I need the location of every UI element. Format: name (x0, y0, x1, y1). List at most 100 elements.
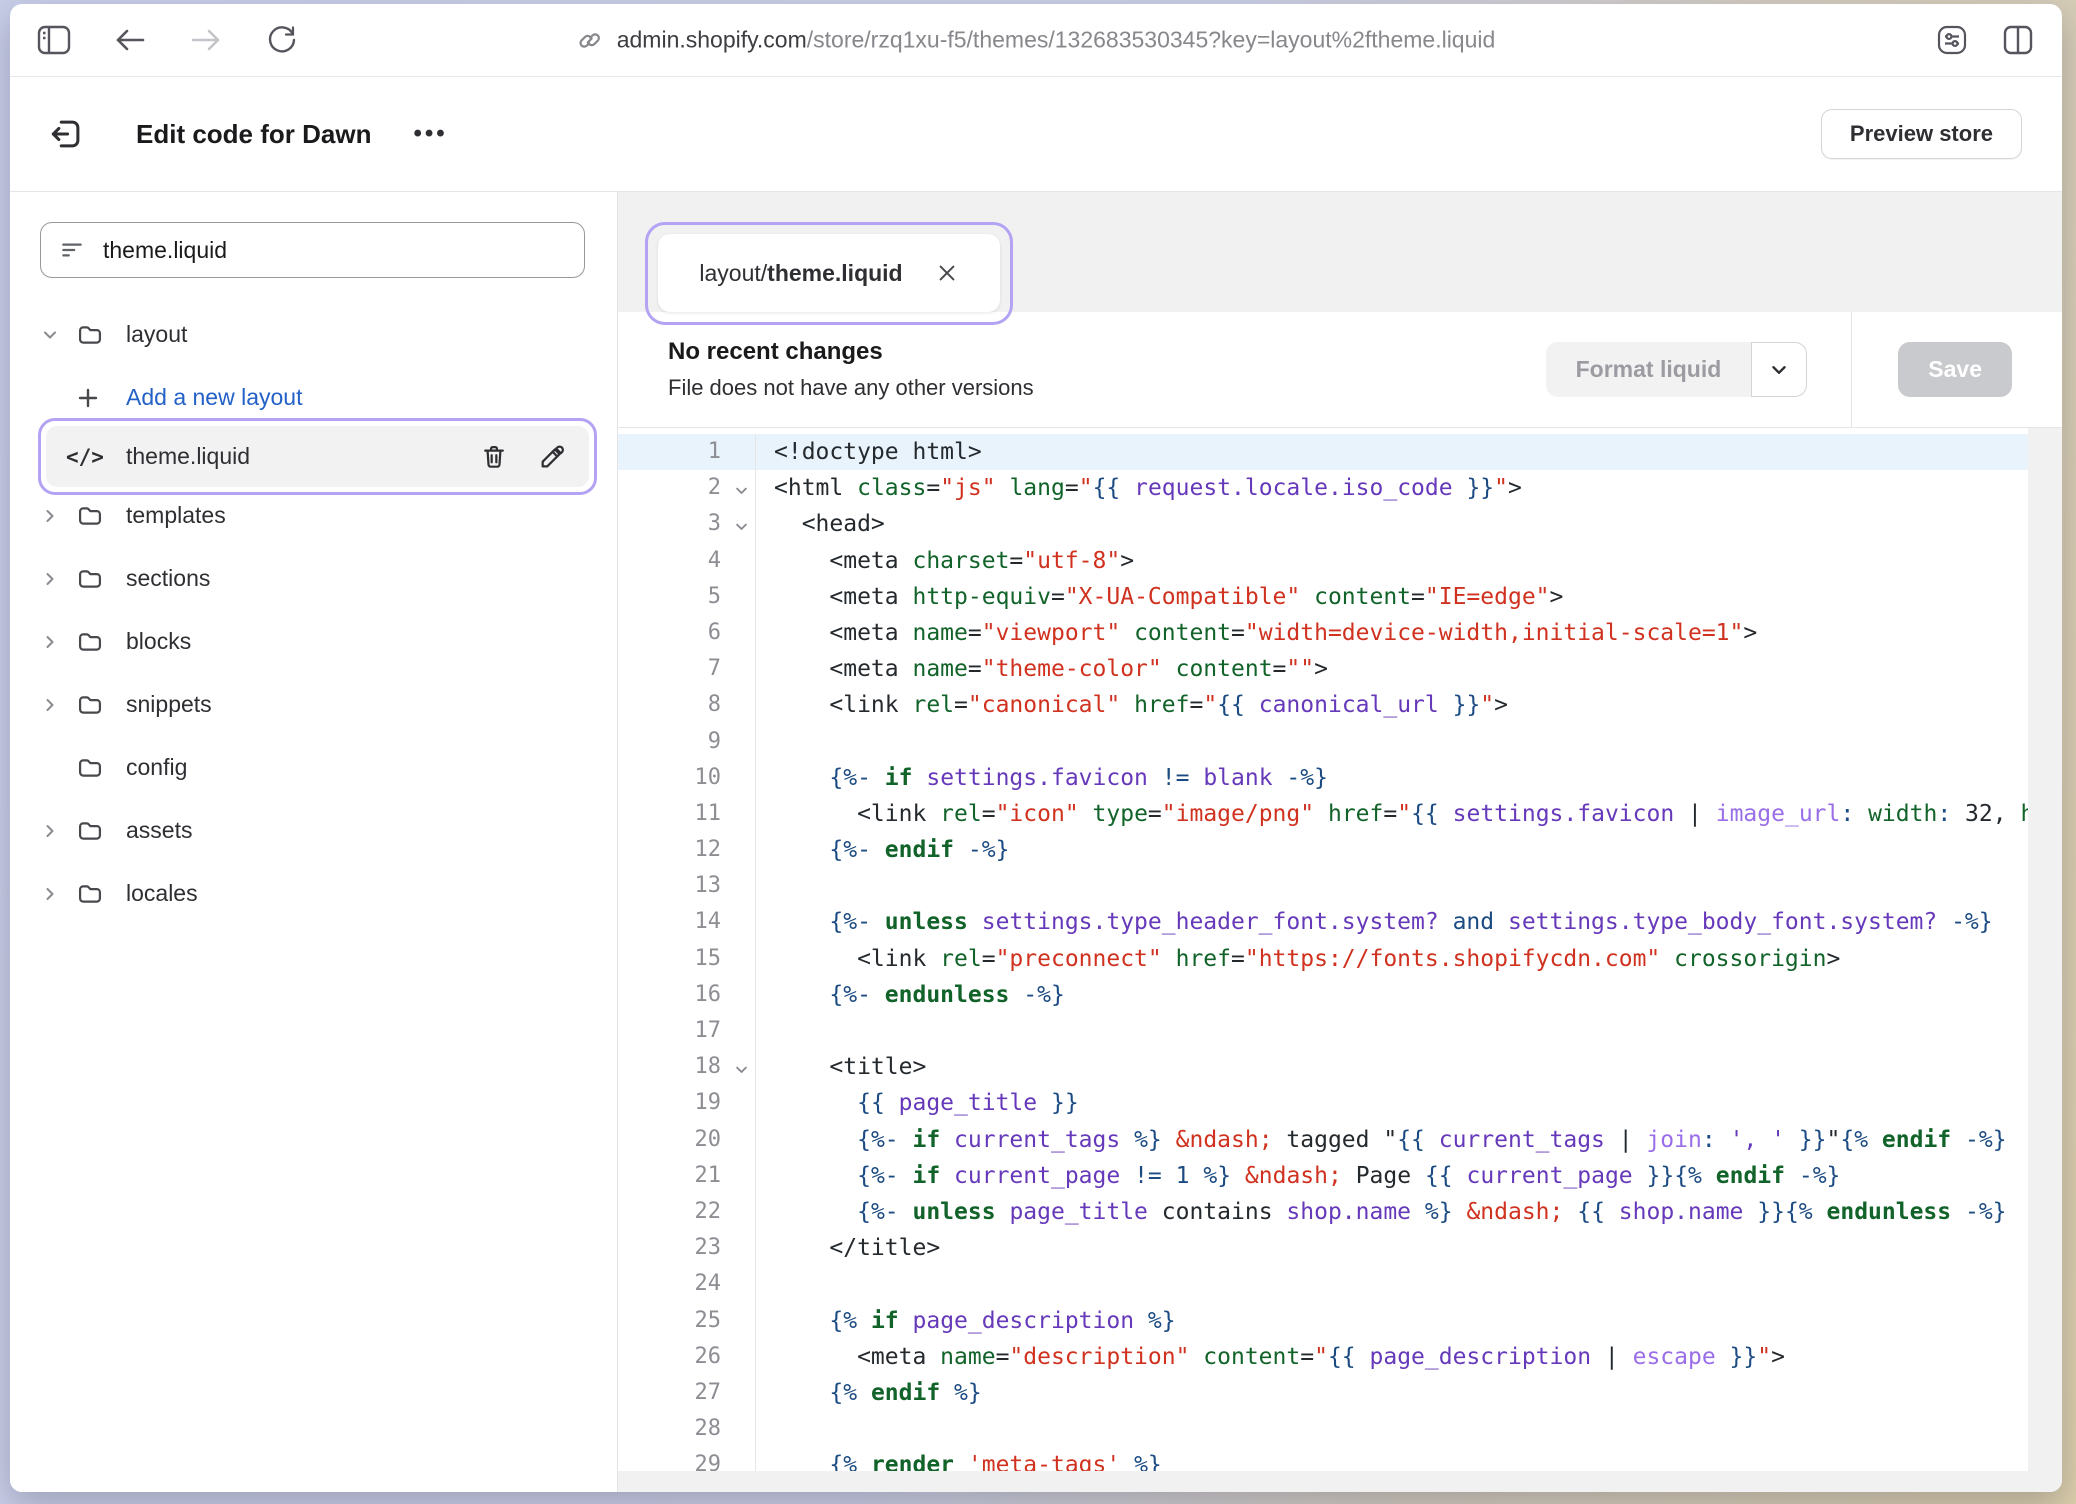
line-number: 3 (618, 506, 756, 542)
code-line-13[interactable]: 13 (618, 868, 2028, 904)
line-number: 1 (618, 434, 756, 470)
fold-toggle-icon[interactable] (734, 472, 749, 508)
line-number: 21 (618, 1158, 756, 1194)
code-text: <title> (756, 1049, 926, 1085)
code-line-6[interactable]: 6 <meta name="viewport" content="width=d… (618, 615, 2028, 651)
line-number: 4 (618, 543, 756, 579)
file-filter-field[interactable] (40, 222, 585, 278)
fold-toggle-icon[interactable] (734, 508, 749, 544)
code-text: <meta http-equiv="X-UA-Compatible" conte… (756, 579, 1563, 615)
code-text (756, 724, 774, 760)
divider (1851, 312, 1852, 427)
code-line-26[interactable]: 26 <meta name="description" content="{{ … (618, 1339, 2028, 1375)
code-line-17[interactable]: 17 (618, 1013, 2028, 1049)
code-icon: </> (66, 445, 110, 469)
folder-icon (76, 691, 120, 719)
code-text: <!doctype html> (756, 434, 982, 470)
code-text: {%- unless settings.type_header_font.sys… (756, 904, 1993, 940)
preview-store-button[interactable]: Preview store (1821, 109, 2022, 159)
sidebar-item-sections[interactable]: sections (10, 547, 617, 610)
chevron-right-icon[interactable] (40, 882, 76, 906)
code-line-8[interactable]: 8 <link rel="canonical" href="{{ canonic… (618, 687, 2028, 723)
address-bar[interactable]: admin.shopify.com/store/rzq1xu-f5/themes… (577, 27, 1496, 54)
sidebar-item-templates[interactable]: templates (10, 484, 617, 547)
code-line-20[interactable]: 20 {%- if current_tags %} &ndash; tagged… (618, 1122, 2028, 1158)
code-line-23[interactable]: 23 </title> (618, 1230, 2028, 1266)
back-button[interactable] (112, 22, 148, 58)
sidebar-item-blocks[interactable]: blocks (10, 610, 617, 673)
chevron-down-icon[interactable] (40, 323, 76, 347)
code-line-2[interactable]: 2<html class="js" lang="{{ request.local… (618, 470, 2028, 506)
code-line-22[interactable]: 22 {%- unless page_title contains shop.n… (618, 1194, 2028, 1230)
file-sidebar: layoutAdd a new layout</>theme.liquidtem… (10, 192, 618, 1492)
line-number: 7 (618, 651, 756, 687)
split-view-button[interactable] (2000, 22, 2036, 58)
code-line-4[interactable]: 4 <meta charset="utf-8"> (618, 543, 2028, 579)
reload-button[interactable] (264, 22, 300, 58)
sidebar-item-assets[interactable]: assets (10, 799, 617, 862)
code-viewport[interactable]: 1<!doctype html>2<html class="js" lang="… (618, 428, 2028, 1471)
format-liquid-button[interactable]: Format liquid (1546, 342, 1752, 397)
file-filter-input[interactable] (101, 236, 566, 265)
code-line-29[interactable]: 29 {% render 'meta-tags' %} (618, 1447, 2028, 1471)
code-line-21[interactable]: 21 {%- if current_page != 1 %} &ndash; P… (618, 1158, 2028, 1194)
line-number: 24 (618, 1266, 756, 1302)
code-line-7[interactable]: 7 <meta name="theme-color" content=""> (618, 651, 2028, 687)
close-tab-icon[interactable] (935, 261, 959, 285)
page-settings-button[interactable] (1934, 22, 1970, 58)
code-text: </title> (756, 1230, 940, 1266)
sidebar-item-locales[interactable]: locales (10, 862, 617, 925)
more-menu-button[interactable]: ••• (413, 120, 447, 148)
code-text: <meta name="theme-color" content=""> (756, 651, 1328, 687)
chevron-right-icon[interactable] (40, 504, 76, 528)
fold-toggle-icon[interactable] (734, 1051, 749, 1087)
save-button[interactable]: Save (1898, 342, 2012, 397)
format-options-chevron-button[interactable] (1751, 342, 1807, 397)
url-domain: admin.shopify.com (617, 27, 807, 53)
line-number: 14 (618, 904, 756, 940)
code-line-18[interactable]: 18 <title> (618, 1049, 2028, 1085)
code-text: <meta name="description" content="{{ pag… (756, 1339, 1785, 1375)
code-text: {%- unless page_title contains shop.name… (756, 1194, 2007, 1230)
sidebar-toggle-button[interactable] (36, 22, 72, 58)
rename-file-button[interactable] (535, 440, 569, 474)
chevron-right-icon[interactable] (40, 819, 76, 843)
line-number: 13 (618, 868, 756, 904)
folder-icon (76, 321, 120, 349)
code-line-19[interactable]: 19 {{ page_title }} (618, 1085, 2028, 1121)
code-line-25[interactable]: 25 {% if page_description %} (618, 1303, 2028, 1339)
exit-editor-button[interactable] (46, 114, 86, 154)
code-text: <link rel="canonical" href="{{ canonical… (756, 687, 1508, 723)
line-number: 12 (618, 832, 756, 868)
sidebar-item-layout[interactable]: layout (10, 303, 617, 366)
chevron-right-icon[interactable] (40, 693, 76, 717)
tab-layout-theme-liquid[interactable]: layout/theme.liquid (658, 234, 1000, 312)
browser-window: admin.shopify.com/store/rzq1xu-f5/themes… (10, 4, 2062, 1492)
code-line-1[interactable]: 1<!doctype html> (618, 434, 2028, 470)
code-line-14[interactable]: 14 {%- unless settings.type_header_font.… (618, 904, 2028, 940)
code-line-5[interactable]: 5 <meta http-equiv="X-UA-Compatible" con… (618, 579, 2028, 615)
code-line-9[interactable]: 9 (618, 724, 2028, 760)
chevron-right-icon[interactable] (40, 630, 76, 654)
code-text: {{ page_title }} (756, 1085, 1079, 1121)
code-line-28[interactable]: 28 (618, 1411, 2028, 1447)
code-line-15[interactable]: 15 <link rel="preconnect" href="https://… (618, 941, 2028, 977)
code-line-10[interactable]: 10 {%- if settings.favicon != blank -%} (618, 760, 2028, 796)
code-line-27[interactable]: 27 {% endif %} (618, 1375, 2028, 1411)
sidebar-item-snippets[interactable]: snippets (10, 673, 617, 736)
code-line-12[interactable]: 12 {%- endif -%} (618, 832, 2028, 868)
code-line-24[interactable]: 24 (618, 1266, 2028, 1302)
line-number: 8 (618, 687, 756, 723)
delete-file-button[interactable] (477, 440, 511, 474)
code-line-3[interactable]: 3 <head> (618, 506, 2028, 542)
chevron-right-icon[interactable] (40, 567, 76, 591)
line-number: 28 (618, 1411, 756, 1447)
code-line-16[interactable]: 16 {%- endunless -%} (618, 977, 2028, 1013)
folder-icon (76, 754, 120, 782)
tree-item-label: blocks (126, 628, 191, 655)
forward-button[interactable] (188, 22, 224, 58)
sidebar-item-config[interactable]: config (10, 736, 617, 799)
code-line-11[interactable]: 11 <link rel="icon" type="image/png" hre… (618, 796, 2028, 832)
active-tab-highlight: layout/theme.liquid (645, 222, 1013, 325)
page-title: Edit code for Dawn (136, 119, 371, 150)
